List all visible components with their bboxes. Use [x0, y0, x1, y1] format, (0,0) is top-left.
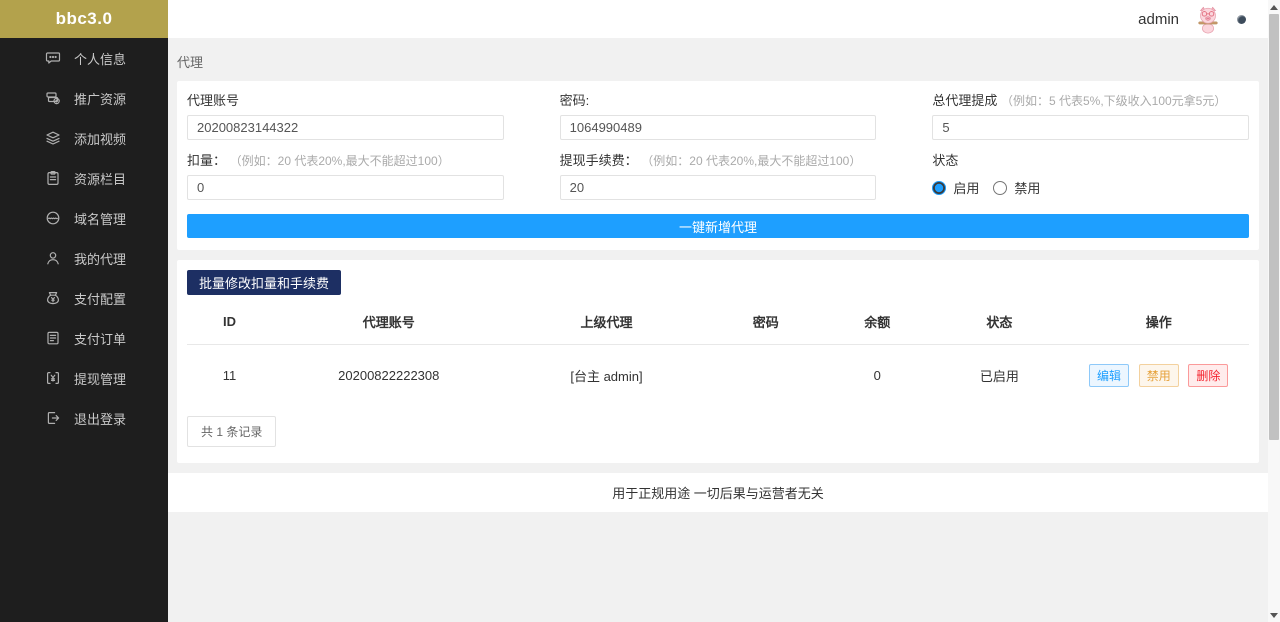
sidebar-item-label: 个人信息	[74, 49, 126, 68]
topbar: admin	[168, 0, 1268, 38]
footer-disclaimer: 用于正规用途 一切后果与运营者无关	[168, 473, 1268, 512]
deduction-input[interactable]	[187, 175, 504, 200]
comment-icon	[45, 50, 61, 66]
sidebar-item-label: 添加视频	[74, 129, 126, 148]
commission-label: 总代理提成	[932, 93, 997, 108]
vertical-scrollbar[interactable]	[1268, 0, 1280, 622]
field-deduction: 扣量： （例如：20 代表20%,最大不能超过100）	[187, 153, 504, 200]
sidebar-item-label: 域名管理	[74, 209, 126, 228]
add-agent-button[interactable]: 一键新增代理	[187, 214, 1249, 238]
commission-input[interactable]	[932, 115, 1249, 140]
col-header-actions: 操作	[1068, 299, 1249, 345]
cell-balance: 0	[824, 345, 930, 407]
deduction-hint: （例如：20 代表20%,最大不能超过100）	[230, 154, 450, 168]
logout-icon	[45, 410, 61, 426]
col-header-status: 状态	[930, 299, 1068, 345]
field-commission: 总代理提成 （例如：5 代表5%,下级收入100元拿5元）	[932, 93, 1249, 140]
cell-account: 20200822222308	[272, 345, 506, 407]
sidebar-item-domain-management[interactable]: 域名管理	[0, 198, 168, 238]
withdraw-fee-input[interactable]	[560, 175, 877, 200]
sidebar-item-label: 支付订单	[74, 329, 126, 348]
status-disable-label[interactable]: 禁用	[1014, 178, 1040, 197]
status-label: 状态	[932, 153, 958, 168]
cell-actions: 编辑 禁用 删除	[1068, 345, 1249, 407]
edit-button[interactable]: 编辑	[1089, 364, 1129, 387]
delete-button[interactable]: 删除	[1188, 364, 1228, 387]
status-badge: 已启用	[930, 345, 1068, 407]
sidebar-item-payment-orders[interactable]: 支付订单	[0, 318, 168, 358]
field-agent-account: 代理账号	[187, 93, 504, 140]
status-enable-label[interactable]: 启用	[953, 178, 979, 197]
clipboard-icon	[45, 170, 61, 186]
sidebar-item-promo-resources[interactable]: 推广资源	[0, 78, 168, 118]
sidebar-item-label: 退出登录	[74, 409, 126, 428]
sidebar-item-label: 支付配置	[74, 289, 126, 308]
globe-icon	[45, 210, 61, 226]
sidebar-item-label: 资源栏目	[74, 169, 126, 188]
promo-resources-icon	[45, 90, 61, 106]
user-icon	[45, 250, 61, 266]
sidebar-item-logout[interactable]: 退出登录	[0, 398, 168, 438]
status-enable-radio[interactable]	[932, 181, 946, 195]
disable-button[interactable]: 禁用	[1139, 364, 1179, 387]
status-dot-icon[interactable]	[1237, 15, 1246, 24]
agents-table: ID 代理账号 上级代理 密码 余额 状态 操作 11 202008222223	[187, 299, 1249, 406]
record-count-badge: 共 1 条记录	[187, 416, 276, 447]
order-icon	[45, 330, 61, 346]
agents-table-card: 批量修改扣量和手续费 ID 代理账号 上级代理 密码 余额 状态 操	[177, 260, 1259, 463]
status-disable-radio[interactable]	[993, 181, 1007, 195]
withdraw-icon	[45, 370, 61, 386]
cell-parent: [台主 admin]	[506, 345, 708, 407]
new-agent-form-card: 代理账号 密码: 总代理提成 （例如：5 代表5%,下级收入100元拿5元） 扣…	[177, 81, 1259, 250]
scroll-down-arrow-icon[interactable]	[1268, 609, 1280, 621]
col-header-account: 代理账号	[272, 299, 506, 345]
col-header-parent: 上级代理	[506, 299, 708, 345]
sidebar-item-add-video[interactable]: 添加视频	[0, 118, 168, 158]
password-label: 密码:	[560, 93, 590, 108]
agent-account-label: 代理账号	[187, 93, 239, 108]
table-header-row: ID 代理账号 上级代理 密码 余额 状态 操作	[187, 299, 1249, 345]
breadcrumb: 代理	[168, 38, 1268, 81]
scrollbar-thumb[interactable]	[1269, 14, 1279, 440]
app-logo: bbc3.0	[0, 0, 168, 38]
withdraw-fee-label: 提现手续费：	[560, 153, 638, 168]
col-header-balance: 余额	[824, 299, 930, 345]
main-area: admin 代理 代理账号	[168, 0, 1268, 622]
col-header-id: ID	[187, 299, 272, 345]
field-withdraw-fee: 提现手续费： （例如：20 代表20%,最大不能超过100）	[560, 153, 877, 200]
sidebar-item-label: 提现管理	[74, 369, 126, 388]
sidebar-item-label: 推广资源	[74, 89, 126, 108]
field-status: 状态 启用 禁用	[932, 153, 1249, 200]
bulk-edit-button[interactable]: 批量修改扣量和手续费	[187, 270, 341, 295]
layers-icon	[45, 130, 61, 146]
field-password: 密码:	[560, 93, 877, 140]
sidebar-item-payment-config[interactable]: 支付配置	[0, 278, 168, 318]
sidebar-item-my-agents[interactable]: 我的代理	[0, 238, 168, 278]
commission-hint: （例如：5 代表5%,下级收入100元拿5元）	[1001, 94, 1226, 108]
cell-password	[707, 345, 824, 407]
pig-avatar[interactable]	[1193, 4, 1223, 34]
col-header-password: 密码	[707, 299, 824, 345]
page-content: 代理 代理账号 密码: 总代理提成 （例如：5 代表5%,下级收入100元拿5元…	[168, 38, 1268, 622]
scroll-up-arrow-icon[interactable]	[1268, 1, 1280, 13]
sidebar-item-resource-category[interactable]: 资源栏目	[0, 158, 168, 198]
sidebar-item-withdraw-management[interactable]: 提现管理	[0, 358, 168, 398]
purse-icon	[45, 290, 61, 306]
withdraw-fee-hint: （例如：20 代表20%,最大不能超过100）	[641, 154, 861, 168]
password-input[interactable]	[560, 115, 877, 140]
table-row: 11 20200822222308 [台主 admin] 0 已启用 编辑 禁用…	[187, 345, 1249, 407]
deduction-label: 扣量：	[187, 153, 226, 168]
sidebar-item-label: 我的代理	[74, 249, 126, 268]
sidebar-item-personal-info[interactable]: 个人信息	[0, 38, 168, 78]
username[interactable]: admin	[1138, 11, 1179, 28]
cell-id: 11	[187, 345, 272, 407]
sidebar: bbc3.0 个人信息 推广资源 添加视频 资源栏目 域名管理 我的代理 支付配…	[0, 0, 168, 622]
agent-account-input[interactable]	[187, 115, 504, 140]
